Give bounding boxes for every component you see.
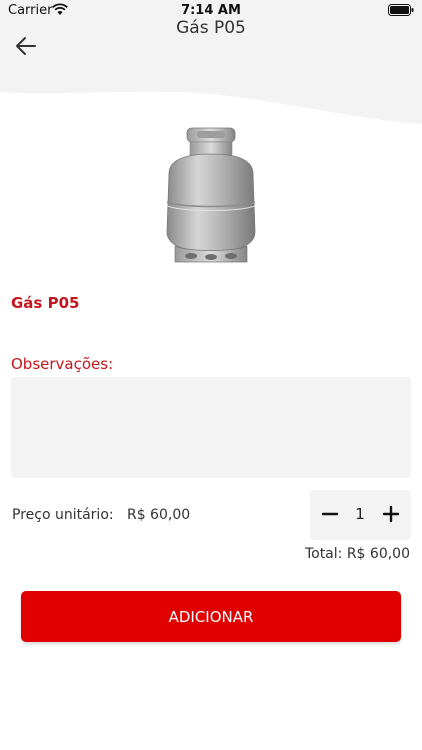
unit-price-value: R$ 60,00 bbox=[126, 507, 191, 523]
total-price: Total: R$ 60,00 bbox=[305, 546, 410, 562]
unit-price-label: Preço unitário: bbox=[12, 507, 114, 523]
plus-icon bbox=[382, 505, 400, 523]
quantity-value: 1 bbox=[355, 505, 365, 523]
arrow-left-icon bbox=[16, 37, 36, 55]
add-button[interactable]: ADICIONAR bbox=[21, 591, 401, 642]
observations-label: Observações: bbox=[11, 355, 114, 373]
total-value: R$ 60,00 bbox=[346, 546, 410, 562]
total-label: Total: bbox=[304, 546, 343, 562]
back-button[interactable] bbox=[12, 32, 40, 60]
minus-icon bbox=[321, 512, 339, 516]
decrease-quantity-button[interactable] bbox=[318, 502, 342, 526]
battery-icon bbox=[388, 4, 414, 16]
product-name: Gás P05 bbox=[11, 294, 80, 312]
page-title: Gás P05 bbox=[176, 18, 246, 38]
gas-cylinder-image bbox=[166, 127, 256, 263]
observations-input[interactable] bbox=[11, 377, 411, 478]
unit-price: Preço unitário: R$ 60,00 bbox=[12, 507, 190, 523]
clock: 7:14 AM bbox=[181, 3, 241, 18]
increase-quantity-button[interactable] bbox=[379, 502, 403, 526]
quantity-stepper: 1 bbox=[310, 490, 411, 540]
